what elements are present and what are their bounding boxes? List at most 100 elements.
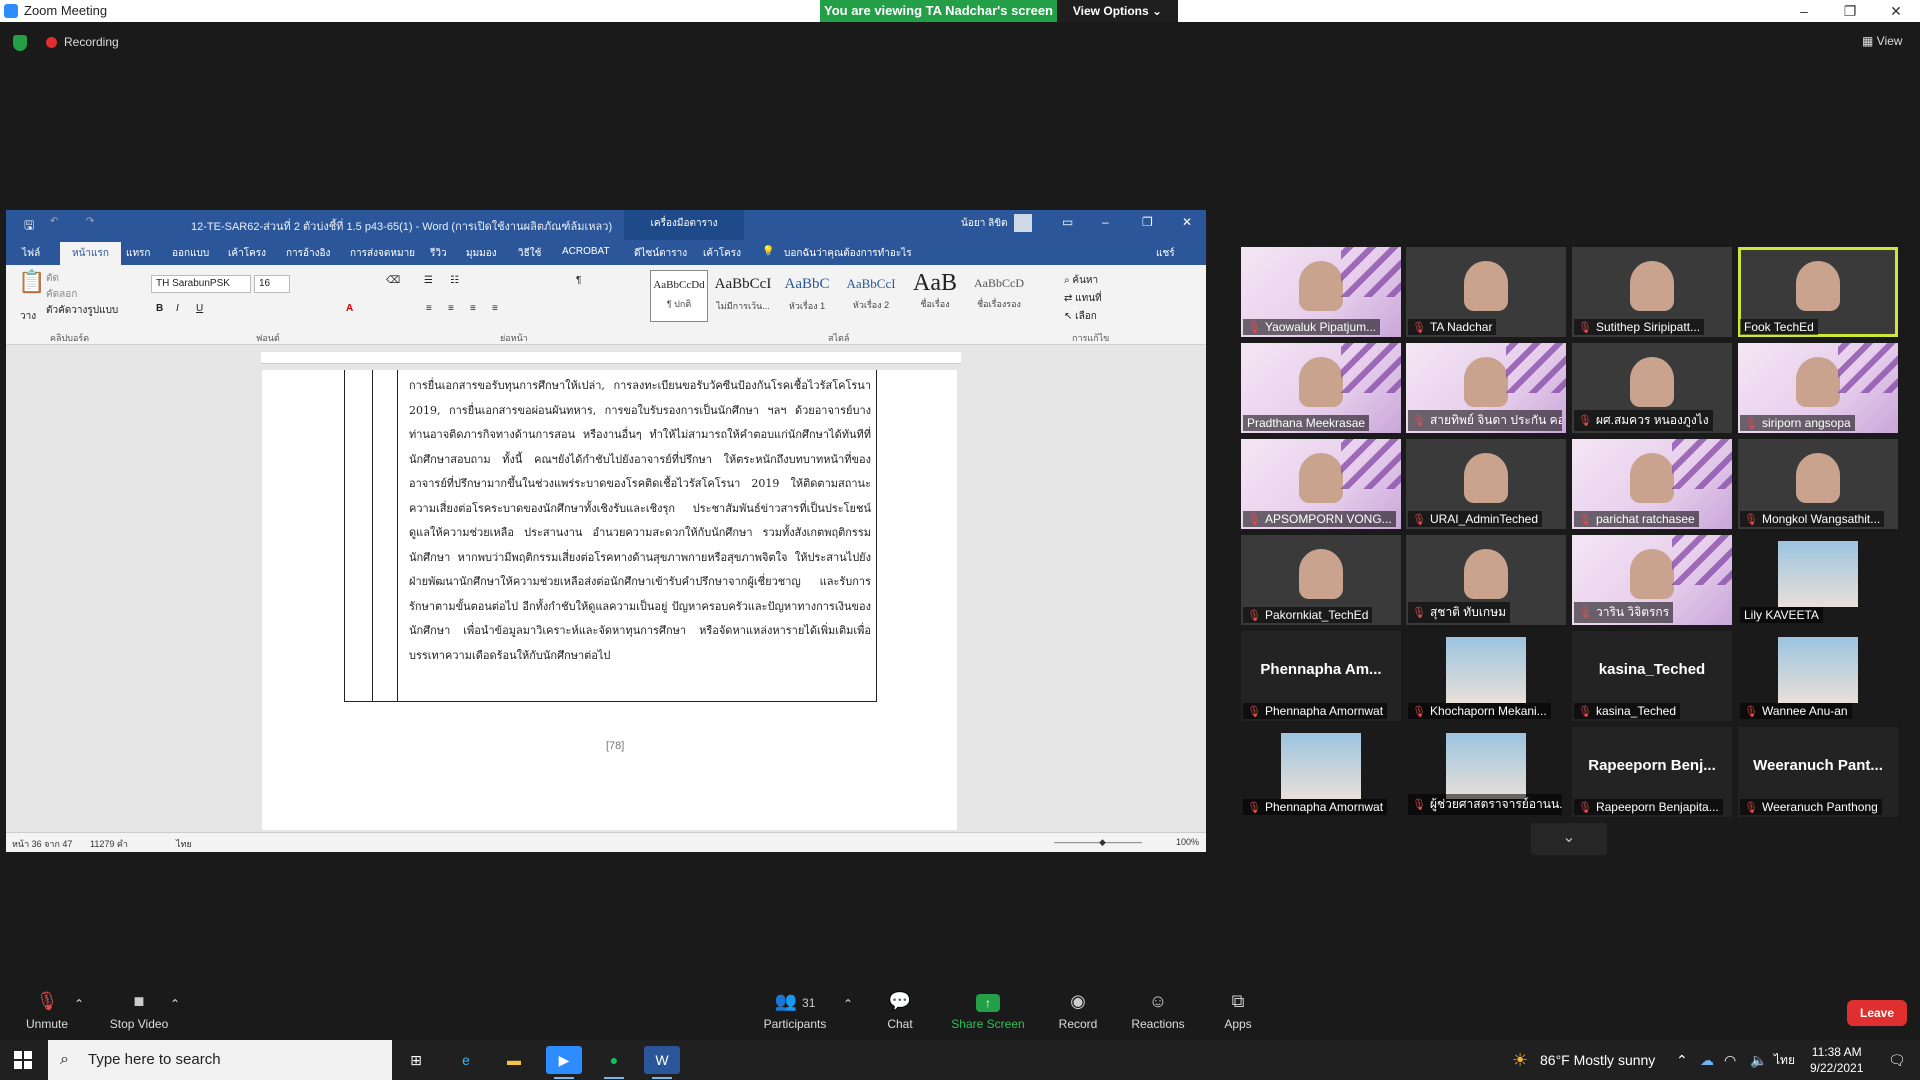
zoom-app-icon[interactable]: ▶ [546, 1046, 582, 1079]
tab-insert[interactable]: แทรก [126, 246, 150, 261]
participant-tile[interactable]: Phennapha Am... 🎙 Phennapha Amornwat [1241, 631, 1401, 721]
participant-tile[interactable]: 🎙 parichat ratchasee [1572, 439, 1732, 529]
reactions-button[interactable]: ☺ Reactions [1130, 991, 1186, 1031]
save-icon[interactable]: 🖫 [24, 216, 34, 237]
chat-button[interactable]: 💬 Chat [882, 991, 918, 1031]
document-table[interactable]: การยื่นเอกสารขอรับทุนการศึกษาให้เปล่า, ก… [344, 370, 877, 702]
tab-mailings[interactable]: การส่งจดหมาย [350, 246, 415, 261]
tab-acrobat[interactable]: ACROBAT [562, 246, 610, 257]
word-restore-icon[interactable]: ❐ [1142, 215, 1153, 229]
word-user-avatar[interactable] [1014, 214, 1032, 232]
format-painter-button[interactable]: ตัวคัดวางรูปแบบ [46, 303, 118, 318]
participant-tile[interactable]: 🎙 Pakornkiat_TechEd [1241, 535, 1401, 625]
participant-tile[interactable]: Lily KAVEETA [1738, 535, 1898, 625]
view-options-button[interactable]: View Options ⌄ [1057, 0, 1178, 22]
paste-icon[interactable]: 📋 [18, 269, 45, 295]
undo-icon[interactable]: ↶ [50, 216, 58, 227]
font-size-select[interactable]: 16 [254, 275, 290, 293]
tab-help[interactable]: วิธีใช้ [518, 246, 541, 261]
stop-video-button[interactable]: ■ Stop Video [106, 991, 172, 1031]
tab-table-design[interactable]: ดีไซน์ตาราง [634, 246, 687, 261]
shared-screen-word-window[interactable]: 🖫 ↶ ↷ 12-TE-SAR62-ส่วนที่ 2 ตัวบ่งชี้ที่… [6, 210, 1206, 852]
tab-design[interactable]: ออกแบบ [172, 246, 209, 261]
windows-start-icon[interactable] [14, 1051, 32, 1069]
participant-tile[interactable]: 🎙 siriporn angsopa [1738, 343, 1898, 433]
redo-icon[interactable]: ↷ [86, 216, 94, 227]
style-heading-1[interactable]: AaBbC หัวเรื่อง 1 [778, 270, 836, 322]
numbering-icon[interactable]: ☷ [450, 275, 459, 286]
status-word-count[interactable]: 11279 คำ [90, 837, 128, 851]
align-center-icon[interactable]: ≡ [448, 303, 454, 314]
participant-tile[interactable]: 🎙 Phennapha Amornwat [1241, 727, 1401, 817]
tab-references[interactable]: การอ้างอิง [286, 246, 330, 261]
taskbar-search-box[interactable]: ⌕ Type here to search [48, 1040, 392, 1080]
eraser-icon[interactable]: ⌫ [386, 275, 400, 286]
close-button[interactable]: ✕ [1873, 0, 1919, 22]
recording-status[interactable]: Recording [64, 35, 119, 49]
file-explorer-icon[interactable]: ▬ [496, 1046, 532, 1074]
show-marks-icon[interactable]: ¶ [576, 275, 581, 286]
select-button[interactable]: ↖ เลือก [1064, 309, 1097, 324]
participant-tile[interactable]: 🎙 สุชาติ ทับเกษม [1406, 535, 1566, 625]
participant-tile[interactable]: Rapeeporn Benj... 🎙 Rapeeporn Benjapita... [1572, 727, 1732, 817]
onedrive-icon[interactable]: ☁ [1700, 1040, 1714, 1080]
style-no-spacing[interactable]: AaBbCcI ไม่มีการเว้น... [714, 270, 772, 322]
ribbon-display-icon[interactable]: ▭ [1062, 215, 1073, 229]
participant-tile[interactable]: Pradthana Meekrasae [1241, 343, 1401, 433]
hidden-icons-caret[interactable]: ⌃ [1676, 1040, 1688, 1080]
participant-tile[interactable]: 🎙 URAI_AdminTeched [1406, 439, 1566, 529]
record-button[interactable]: ◉ Record [1056, 991, 1100, 1031]
word-minimize-icon[interactable]: – [1102, 215, 1109, 229]
gallery-view-button[interactable]: ▦ View [1862, 34, 1902, 48]
task-view-icon[interactable]: ⊞ [398, 1046, 434, 1074]
leave-meeting-button[interactable]: Leave [1847, 1000, 1907, 1026]
italic-button[interactable]: I [176, 303, 179, 314]
document-text[interactable]: การยื่นเอกสารขอรับทุนการศึกษาให้เปล่า, ก… [409, 374, 871, 668]
notifications-icon[interactable]: 🗨 [1888, 1040, 1906, 1080]
participant-tile[interactable]: Weeranuch Pant... 🎙 Weeranuch Panthong [1738, 727, 1898, 817]
participant-tile[interactable]: 🎙 สายทิพย์ จินดา ประกัน คอ... [1406, 343, 1566, 433]
zoom-slider[interactable]: —————◆———— [1054, 837, 1142, 848]
system-clock[interactable]: 11:38 AM 9/22/2021 [1810, 1044, 1863, 1076]
bullets-icon[interactable]: ☰ [424, 275, 433, 286]
participant-tile[interactable]: 🎙 ผศ.สมควร หนองภูงไง [1572, 343, 1732, 433]
input-language[interactable]: ไทย [1774, 1040, 1795, 1080]
tab-file[interactable]: ไฟล์ [22, 246, 40, 261]
status-language[interactable]: ไทย [176, 837, 192, 851]
participant-tile[interactable]: 🎙 TA Nadchar [1406, 247, 1566, 337]
replace-button[interactable]: ⇄ แทนที่ [1064, 291, 1102, 306]
find-button[interactable]: ⌕ ค้นหา [1064, 273, 1098, 288]
edge-browser-icon[interactable]: e [448, 1046, 484, 1074]
unmute-button[interactable]: 🎙 Unmute [22, 991, 72, 1031]
wifi-icon[interactable]: ◠ [1724, 1040, 1736, 1080]
share-screen-button[interactable]: ↑ Share Screen [950, 991, 1026, 1031]
style-title[interactable]: AaB ชื่อเรื่อง [906, 270, 964, 322]
gallery-next-page-button[interactable]: ⌄ [1531, 823, 1607, 855]
justify-icon[interactable]: ≡ [492, 303, 498, 314]
document-page[interactable]: การยื่นเอกสารขอรับทุนการศึกษาให้เปล่า, ก… [262, 370, 957, 830]
status-page-count[interactable]: หน้า 36 จาก 47 [12, 837, 72, 851]
apps-button[interactable]: ⧉ Apps [1222, 991, 1254, 1031]
participant-tile[interactable]: 🎙 Khochaporn Mekani... [1406, 631, 1566, 721]
tab-view[interactable]: มุมมอง [466, 246, 497, 261]
participant-tile[interactable]: 🎙 Wannee Anu-an [1738, 631, 1898, 721]
style-normal[interactable]: AaBbCcDd ¶ ปกติ [650, 270, 708, 322]
minimize-button[interactable]: – [1781, 0, 1827, 22]
font-color-icon[interactable]: A [346, 303, 353, 314]
participant-tile[interactable]: 🎙 APSOMPORN VONG... [1241, 439, 1401, 529]
line-app-icon[interactable]: ● [596, 1046, 632, 1079]
participant-tile[interactable]: 🎙 Yaowaluk Pipatjum... [1241, 247, 1401, 337]
restore-button[interactable]: ❐ [1827, 0, 1873, 22]
participant-tile[interactable]: Fook TechEd [1738, 247, 1898, 337]
word-close-icon[interactable]: ✕ [1182, 215, 1192, 229]
tab-layout[interactable]: เค้าโครง [228, 246, 266, 261]
cut-button[interactable]: ตัด [46, 271, 59, 286]
zoom-level[interactable]: 100% [1176, 837, 1199, 847]
tab-table-layout[interactable]: เค้าโครง [703, 246, 741, 261]
audio-options-caret[interactable]: ⌃ [74, 997, 84, 1011]
bold-button[interactable]: B [156, 303, 163, 314]
video-options-caret[interactable]: ⌃ [170, 997, 180, 1011]
align-right-icon[interactable]: ≡ [470, 303, 476, 314]
style-subtitle[interactable]: AaBbCcD ชื่อเรื่องรอง [970, 270, 1028, 322]
participants-options-caret[interactable]: ⌃ [843, 997, 853, 1011]
